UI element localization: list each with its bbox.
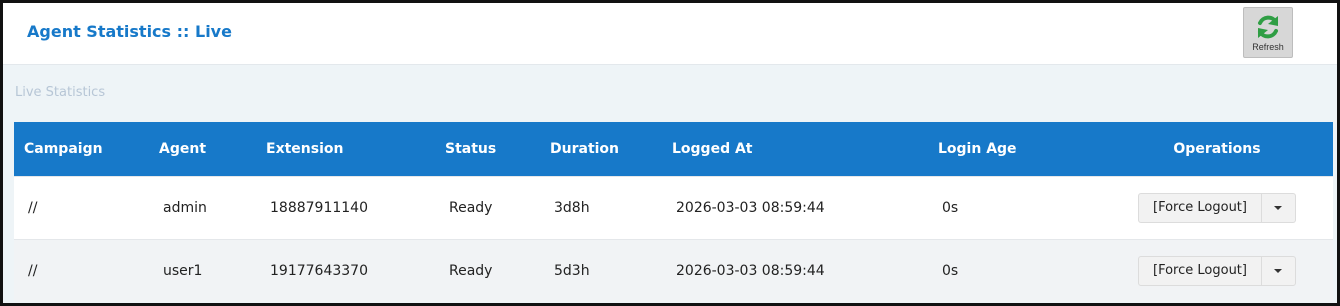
caret-down-icon (1274, 268, 1283, 273)
cell-duration: 3d8h (554, 199, 590, 216)
cell-campaign: // (28, 199, 38, 216)
section-title: Live Statistics (15, 85, 106, 100)
cell-status: Ready (449, 262, 493, 279)
column-header-extension[interactable]: Extension (256, 122, 435, 176)
agent-stats-table: Campaign Agent Extension Status Duration… (14, 122, 1333, 302)
refresh-icon (1258, 15, 1278, 39)
force-logout-button[interactable]: [Force Logout] (1139, 194, 1261, 222)
table-row: // admin 18887911140 Ready 3d8h 2026-03-… (14, 176, 1333, 239)
cell-operations: [Force Logout] (1101, 176, 1333, 239)
operations-dropdown-toggle[interactable] (1260, 193, 1295, 222)
refresh-label: Refresh (1252, 42, 1284, 52)
page-header: Agent Statistics :: Live Refresh (3, 3, 1337, 65)
cell-agent: admin (163, 199, 207, 216)
cell-logged-at: 2026-03-03 08:59:44 (676, 199, 825, 216)
column-header-duration[interactable]: Duration (540, 122, 662, 176)
operations-dropdown-toggle[interactable] (1260, 256, 1295, 285)
cell-duration: 5d3h (554, 262, 590, 279)
refresh-button[interactable]: Refresh (1243, 7, 1293, 58)
cell-login-age: 0s (942, 262, 959, 279)
column-header-login-age[interactable]: Login Age (928, 122, 1101, 176)
column-header-status[interactable]: Status (435, 122, 540, 176)
app-frame: Agent Statistics :: Live Refresh Live St… (0, 0, 1340, 306)
page-title: Agent Statistics :: Live (27, 22, 232, 41)
column-header-campaign[interactable]: Campaign (14, 122, 149, 176)
cell-logged-at: 2026-03-03 08:59:44 (676, 262, 825, 279)
cell-login-age: 0s (942, 199, 959, 216)
cell-extension: 19177643370 (270, 262, 368, 279)
force-logout-button-group: [Force Logout] (1138, 255, 1296, 286)
table-row: // user1 19177643370 Ready 5d3h 2026-03-… (14, 239, 1333, 302)
column-header-operations: Operations (1173, 140, 1261, 157)
column-header-agent[interactable]: Agent (149, 122, 256, 176)
force-logout-button[interactable]: [Force Logout] (1139, 257, 1261, 285)
force-logout-button-group: [Force Logout] (1138, 192, 1296, 223)
cell-agent: user1 (163, 262, 203, 279)
cell-status: Ready (449, 199, 493, 216)
cell-operations: [Force Logout] (1101, 239, 1333, 302)
column-header-logged-at[interactable]: Logged At (662, 122, 928, 176)
table-header-row: Campaign Agent Extension Status Duration… (14, 122, 1333, 176)
cell-extension: 18887911140 (270, 199, 368, 216)
cell-campaign: // (28, 262, 38, 279)
caret-down-icon (1274, 205, 1283, 210)
